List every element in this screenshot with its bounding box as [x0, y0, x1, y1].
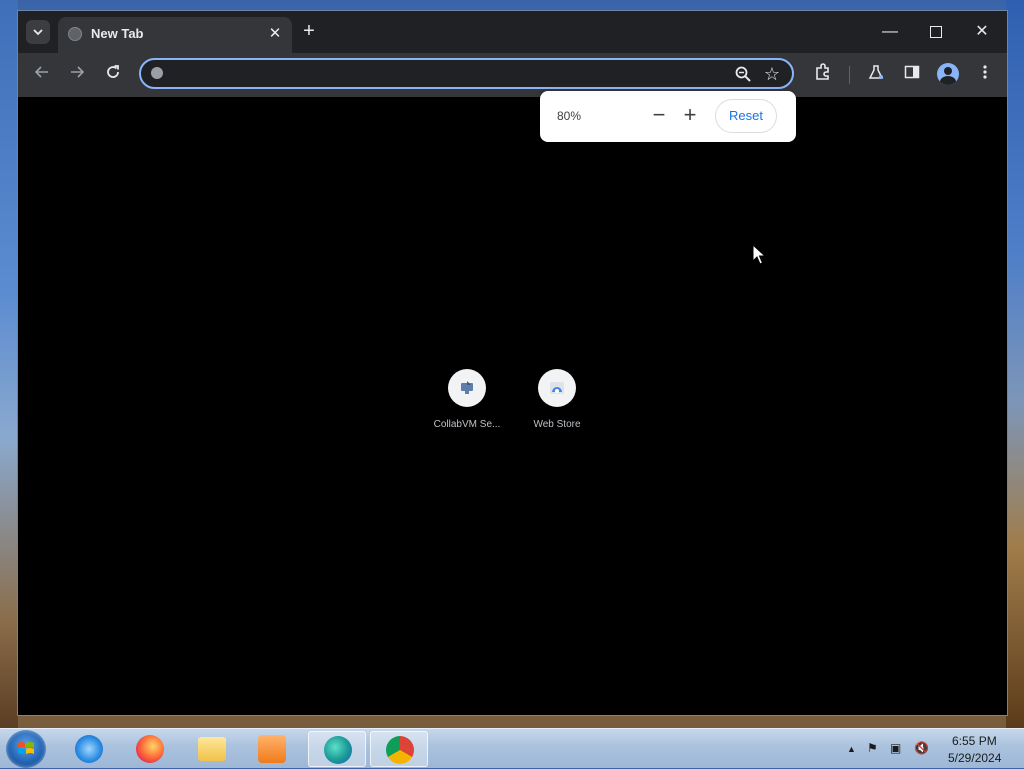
- labs-button[interactable]: [864, 63, 888, 87]
- action-center-flag-icon[interactable]: ⚑: [867, 741, 878, 755]
- address-bar[interactable]: ☆: [139, 58, 794, 89]
- chevron-down-icon: [33, 29, 43, 36]
- collabvm-icon: [448, 369, 486, 407]
- volume-muted-icon[interactable]: 🔇: [914, 741, 929, 755]
- reload-icon: [107, 65, 119, 78]
- edge-icon: [324, 736, 352, 764]
- new-tab-button[interactable]: +: [298, 21, 320, 43]
- shortcut-label: CollabVM Se...: [433, 419, 501, 430]
- zoom-out-button[interactable]: −: [648, 103, 670, 129]
- maximize-icon: [930, 25, 942, 38]
- clock-date[interactable]: 5/29/2024: [948, 751, 1001, 765]
- folder-icon: [198, 737, 226, 761]
- arrow-left-icon: [34, 66, 48, 78]
- show-hidden-icons-icon[interactable]: ▲: [847, 744, 856, 754]
- side-panel-icon: [904, 65, 920, 79]
- desktop-background-right: [1006, 0, 1024, 730]
- tab-strip: New Tab ✕ + — ✕: [18, 11, 1007, 53]
- toolbar-divider: [849, 66, 850, 84]
- mouse-cursor-icon: [752, 244, 766, 265]
- shortcut-collabvm[interactable]: CollabVM Se...: [427, 369, 507, 430]
- extensions-button[interactable]: [811, 63, 835, 87]
- arrow-right-icon: [71, 66, 85, 78]
- taskbar-media-player[interactable]: [243, 731, 301, 767]
- browser-window: New Tab ✕ + — ✕ ☆ CollabVM Se... Web Sto…: [17, 10, 1008, 716]
- zoom-in-button[interactable]: +: [679, 103, 701, 129]
- globe-icon: [68, 27, 82, 41]
- web-store-icon: [538, 369, 576, 407]
- taskbar-edge[interactable]: [308, 731, 366, 767]
- media-player-icon: [258, 735, 286, 763]
- ie-icon: [75, 735, 103, 763]
- menu-button[interactable]: [973, 63, 997, 87]
- minimize-button[interactable]: —: [867, 19, 913, 45]
- tab-search-button[interactable]: [26, 20, 50, 44]
- browser-toolbar: ☆: [18, 53, 1007, 97]
- network-icon[interactable]: ▣: [890, 741, 901, 755]
- clock-time[interactable]: 6:55 PM: [952, 734, 997, 748]
- forward-button[interactable]: [65, 63, 89, 87]
- taskbar-file-explorer[interactable]: [183, 731, 241, 767]
- zoom-level: 80%: [557, 109, 582, 123]
- windows-logo-icon: [18, 742, 34, 754]
- shortcut-label: Web Store: [533, 419, 581, 430]
- maximize-button[interactable]: [913, 19, 959, 45]
- taskbar-ie[interactable]: [60, 731, 118, 767]
- tab-new-tab[interactable]: New Tab ✕: [58, 17, 292, 53]
- close-tab-icon[interactable]: ✕: [266, 25, 284, 43]
- reload-button[interactable]: [101, 63, 125, 87]
- close-window-button[interactable]: ✕: [959, 19, 1005, 45]
- puzzle-icon: [816, 63, 829, 80]
- flask-icon: [868, 65, 884, 79]
- desktop-background-left: [0, 0, 18, 730]
- bookmark-star-icon[interactable]: ☆: [762, 64, 782, 84]
- zoom-reset-button[interactable]: Reset: [715, 99, 777, 133]
- zoom-icon[interactable]: [734, 65, 752, 83]
- side-panel-button[interactable]: [900, 63, 924, 87]
- taskbar: ▲ ⚑ ▣ 🔇 6:55 PM 5/29/2024: [0, 728, 1024, 768]
- tab-title: New Tab: [91, 26, 144, 41]
- back-button[interactable]: [30, 63, 54, 87]
- taskbar-firefox[interactable]: [121, 731, 179, 767]
- start-button[interactable]: [6, 730, 46, 768]
- chrome-icon: [386, 736, 414, 764]
- taskbar-chrome[interactable]: [370, 731, 428, 767]
- more-vert-icon: [983, 65, 987, 79]
- shortcut-web-store[interactable]: Web Store: [517, 369, 597, 430]
- zoom-popup: 80% − + Reset: [540, 91, 796, 142]
- site-info-icon[interactable]: [151, 67, 163, 79]
- firefox-icon: [136, 735, 164, 763]
- profile-avatar-icon[interactable]: [937, 63, 959, 85]
- new-tab-page: CollabVM Se... Web Store: [18, 97, 1007, 715]
- address-input[interactable]: [173, 63, 717, 86]
